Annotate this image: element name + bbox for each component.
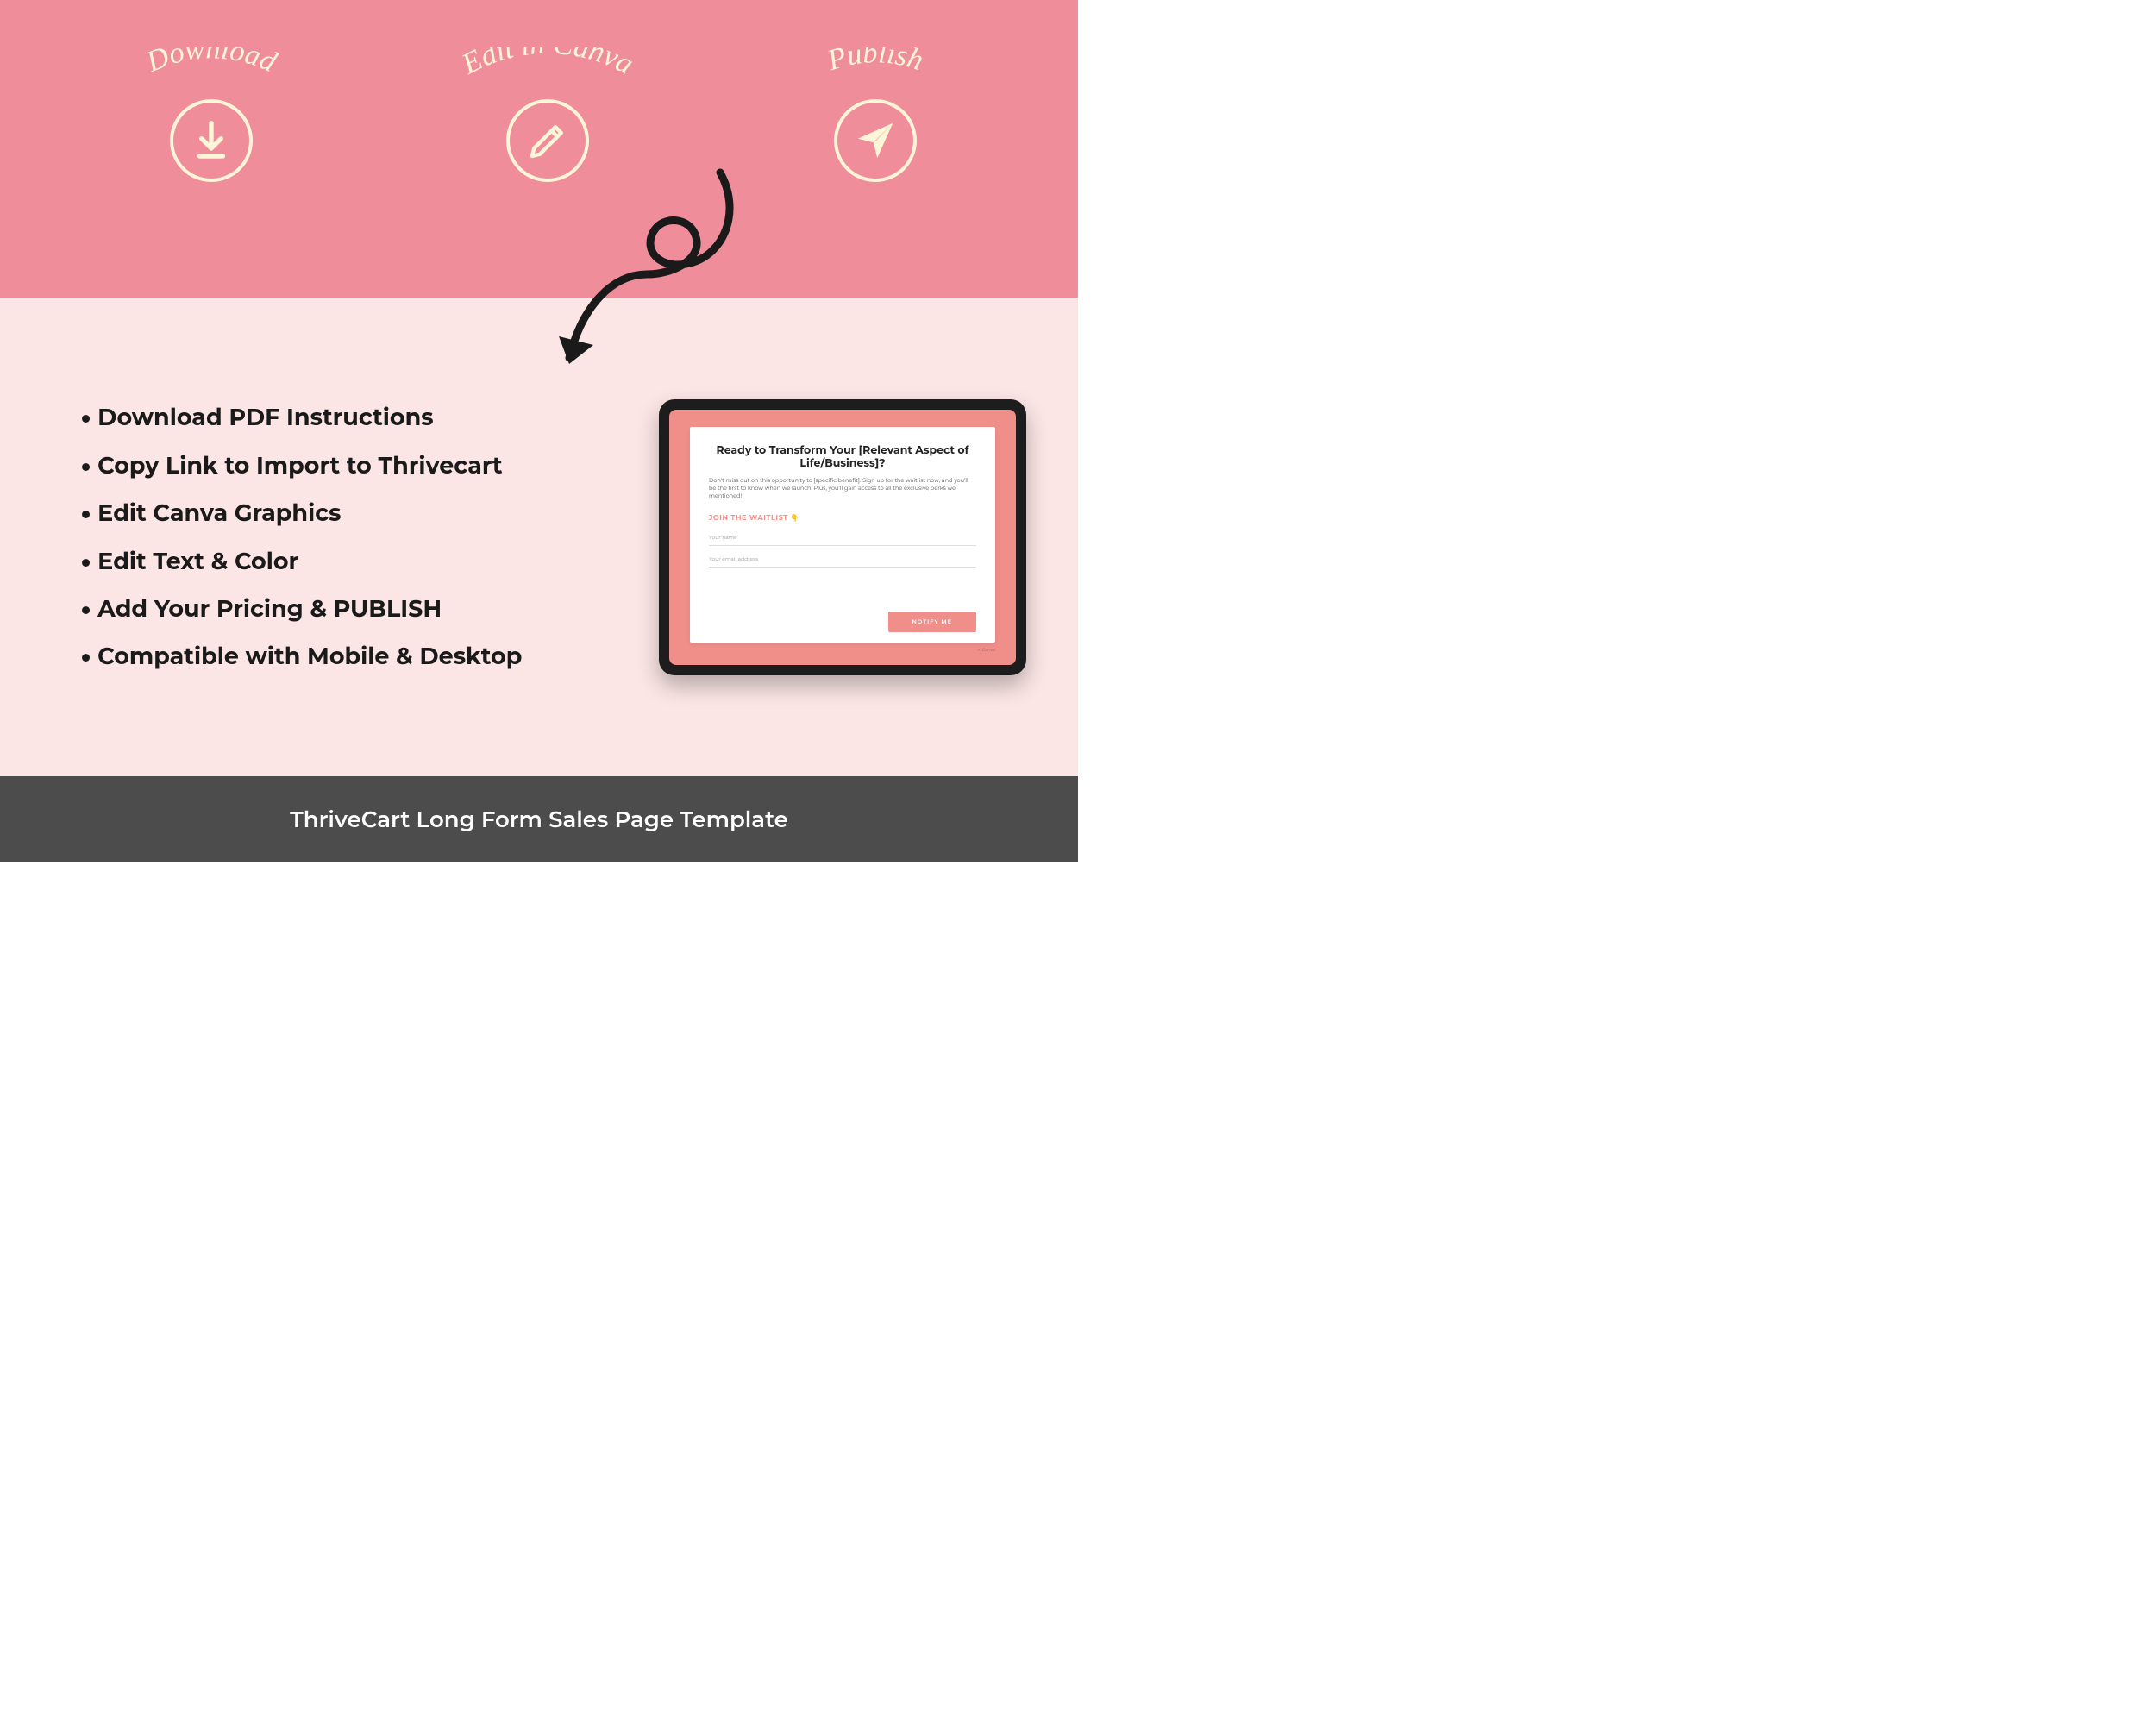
name-field[interactable]: Your name bbox=[709, 530, 976, 546]
step-download: Download bbox=[121, 47, 302, 182]
card-heading: Ready to Transform Your [Relevant Aspect… bbox=[709, 444, 976, 470]
screen-footer-credit: ✓ Canva bbox=[690, 648, 995, 653]
card-subtext: Don't miss out on this opportunity to [s… bbox=[709, 477, 976, 500]
step-label-edit: Edit in Canva bbox=[440, 47, 655, 89]
svg-text:Download: Download bbox=[141, 47, 282, 78]
notify-button[interactable]: NOTIFY ME bbox=[888, 612, 976, 632]
tablet-screen: Ready to Transform Your [Relevant Aspect… bbox=[669, 410, 1016, 665]
footer-title: ThriveCart Long Form Sales Page Template bbox=[290, 806, 788, 833]
list-item: Copy Link to Import to Thrivecart bbox=[78, 442, 624, 489]
step-publish: Publish bbox=[793, 47, 957, 182]
list-item: Compatible with Mobile & Desktop bbox=[78, 632, 624, 680]
footer-bar: ThriveCart Long Form Sales Page Template bbox=[0, 776, 1078, 862]
list-item: Add Your Pricing & PUBLISH bbox=[78, 585, 624, 632]
step-label-download: Download bbox=[121, 47, 302, 89]
step-edit: Edit in Canva bbox=[440, 47, 655, 182]
email-field[interactable]: Your email address bbox=[709, 551, 976, 568]
download-icon bbox=[170, 99, 253, 182]
step-label-publish: Publish bbox=[793, 47, 957, 89]
feature-list: Download PDF Instructions Copy Link to I… bbox=[78, 393, 624, 680]
hero-steps-section: Download Edit in Canva bbox=[0, 0, 1078, 298]
paper-plane-icon bbox=[834, 99, 917, 182]
card-cta-label: JOIN THE WAITLIST 👇 bbox=[709, 514, 976, 523]
waitlist-card: Ready to Transform Your [Relevant Aspect… bbox=[690, 427, 995, 643]
list-item: Edit Canva Graphics bbox=[78, 489, 624, 536]
features-section: Download PDF Instructions Copy Link to I… bbox=[0, 298, 1078, 776]
curly-arrow-icon bbox=[543, 164, 759, 388]
svg-text:Publish: Publish bbox=[823, 47, 927, 77]
list-item: Edit Text & Color bbox=[78, 537, 624, 585]
svg-text:Edit in Canva: Edit in Canva bbox=[456, 47, 639, 81]
tablet-mockup: Ready to Transform Your [Relevant Aspect… bbox=[659, 399, 1026, 675]
list-item: Download PDF Instructions bbox=[78, 393, 624, 441]
